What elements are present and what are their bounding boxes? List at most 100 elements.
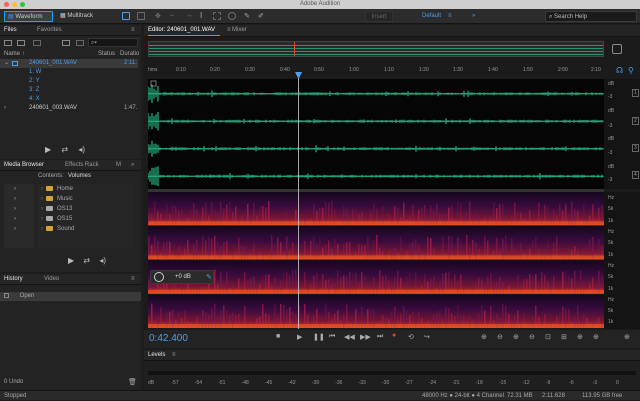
loop-button[interactable]: ⟲ bbox=[408, 333, 414, 341]
tab-favorites[interactable]: Favorites bbox=[37, 27, 62, 33]
channel-map-icon[interactable]: ⚲ bbox=[628, 66, 634, 75]
insert-into-multitrack-icon[interactable] bbox=[76, 40, 84, 46]
zoom-out-full-icon[interactable]: ⊡ bbox=[545, 333, 551, 341]
volume-icon[interactable]: ◂) bbox=[78, 145, 85, 154]
volume-icon[interactable]: ◂) bbox=[99, 256, 106, 265]
stop-button[interactable]: ■ bbox=[276, 333, 280, 340]
spectral-pitch-icon[interactable] bbox=[137, 12, 145, 20]
channel-row[interactable]: 4: X bbox=[0, 95, 138, 104]
time-ruler[interactable]: hms 0:10 0:20 0:30 0:40 0:50 1:00 1:10 1… bbox=[146, 66, 604, 77]
channel-1-toggle[interactable]: 1 bbox=[632, 89, 639, 97]
media-item-music[interactable]: › Music bbox=[38, 194, 134, 204]
spot-healing-icon[interactable]: ✐ bbox=[258, 12, 266, 20]
zoom-in-time-icon[interactable]: ⊕ bbox=[513, 333, 519, 341]
go-to-end-button[interactable]: ⏭ bbox=[377, 333, 383, 341]
channel-row[interactable]: 2: Y bbox=[0, 77, 138, 86]
marquee-tool-icon[interactable] bbox=[213, 12, 221, 20]
media-item-os15[interactable]: › OS15 bbox=[38, 214, 134, 224]
panel-menu-icon[interactable]: ≡ bbox=[172, 352, 176, 358]
fast-forward-button[interactable]: ▶▶ bbox=[360, 333, 371, 341]
new-file-icon[interactable] bbox=[4, 40, 12, 46]
rewind-button[interactable]: ◀◀ bbox=[344, 333, 355, 341]
zoom-full-icon[interactable] bbox=[612, 44, 622, 54]
zoom-out-amplitude-icon[interactable]: ⊖ bbox=[497, 333, 503, 341]
headphone-icon[interactable]: ☊ bbox=[616, 66, 623, 75]
loop-preview-icon[interactable]: ⇄ bbox=[61, 145, 68, 154]
play-button[interactable]: ▶ bbox=[297, 333, 302, 341]
contents-dropdown[interactable]: Volumes bbox=[68, 173, 91, 179]
delete-history-icon[interactable]: 🗑 bbox=[128, 378, 137, 386]
workspace-more-icon[interactable]: » bbox=[472, 11, 475, 22]
files-filter-field[interactable]: ⌕▾ bbox=[88, 38, 138, 47]
brush-tool-icon[interactable]: ✎ bbox=[244, 12, 252, 20]
expand-chevron-icon[interactable]: › bbox=[14, 214, 34, 224]
media-item-os13[interactable]: › OS13 bbox=[38, 204, 134, 214]
razor-tool-icon[interactable]: ⎯ bbox=[170, 12, 178, 20]
spectral-display[interactable] bbox=[148, 192, 604, 329]
playhead-line[interactable] bbox=[298, 72, 300, 329]
expand-chevron-icon[interactable]: › bbox=[14, 184, 34, 194]
import-icon[interactable] bbox=[33, 40, 41, 46]
insert-button[interactable]: Insert bbox=[365, 11, 393, 22]
tab-files[interactable]: Files bbox=[4, 27, 17, 33]
play-preview-icon[interactable]: ▶ bbox=[45, 145, 51, 154]
hud-pin-icon[interactable]: ✎ bbox=[206, 273, 212, 281]
slip-tool-icon[interactable]: ↔ bbox=[186, 12, 194, 20]
expand-chevron-icon[interactable]: › bbox=[14, 194, 34, 204]
panel-menu-icon[interactable]: ≡ bbox=[131, 27, 135, 33]
overview-navigator[interactable] bbox=[148, 41, 604, 57]
zoom-out-time-icon[interactable]: ⊖ bbox=[529, 333, 535, 341]
tab-video[interactable]: Video bbox=[44, 276, 59, 282]
expand-chevron-icon[interactable]: › bbox=[14, 224, 34, 234]
expand-chevron-icon[interactable]: › bbox=[4, 104, 6, 113]
file-row-selected[interactable]: ⌄ 240601_001.WAV 2:11. bbox=[0, 59, 138, 68]
media-item-sound[interactable]: › Sound bbox=[38, 224, 134, 234]
waveform-view-button[interactable]: ▤ Waveform bbox=[4, 11, 53, 22]
delete-icon[interactable] bbox=[62, 40, 70, 46]
search-help-field[interactable]: ⌕ Search Help bbox=[545, 11, 637, 22]
workspace-selector[interactable]: Default bbox=[422, 11, 441, 22]
panel-menu-icon[interactable]: ≡ bbox=[131, 276, 135, 282]
play-preview-icon[interactable]: ▶ bbox=[68, 256, 74, 265]
pause-button[interactable]: ❚❚ bbox=[313, 333, 325, 341]
zoom-selection-icon[interactable]: ⊞ bbox=[561, 333, 567, 341]
lasso-tool-icon[interactable] bbox=[228, 12, 236, 20]
channel-2-toggle[interactable]: 2 bbox=[632, 117, 639, 125]
zoom-in-amplitude-icon[interactable]: ⊕ bbox=[481, 333, 487, 341]
zoom-in-point-icon[interactable]: ⊕ bbox=[577, 333, 583, 341]
history-item[interactable]: Open bbox=[0, 292, 141, 301]
tab-mixer[interactable]: Mixer bbox=[232, 27, 247, 33]
channel-3-toggle[interactable]: 3 bbox=[632, 144, 639, 152]
spectral-frequency-icon[interactable] bbox=[122, 12, 130, 20]
tab-media-browser[interactable]: Media Browser bbox=[4, 162, 44, 168]
channel-4-toggle[interactable]: 4 bbox=[632, 171, 639, 179]
record-button[interactable]: ● bbox=[392, 332, 396, 339]
channel-row[interactable]: 3: Z bbox=[0, 86, 138, 95]
panel-menu-icon[interactable]: » bbox=[131, 162, 134, 168]
tab-editor[interactable]: Editor: 240601_001.WAV bbox=[148, 27, 215, 33]
file-row[interactable]: › 240601_003.WAV 1:47. bbox=[0, 104, 138, 113]
open-file-icon[interactable] bbox=[17, 40, 25, 46]
volume-knob-icon[interactable] bbox=[154, 272, 164, 282]
tab-markers[interactable]: M bbox=[116, 162, 121, 168]
hud-volume[interactable]: +0 dB ✎ bbox=[150, 270, 214, 284]
zoom-more-icon[interactable]: ⊕ bbox=[624, 333, 630, 341]
tab-history[interactable]: History bbox=[4, 276, 23, 282]
skip-selection-button[interactable]: ↪ bbox=[424, 333, 430, 341]
expand-chevron-icon[interactable]: › bbox=[14, 204, 34, 214]
collapse-chevron-icon[interactable]: ⌄ bbox=[4, 59, 9, 68]
go-to-start-button[interactable]: ⏮ bbox=[329, 333, 335, 341]
move-tool-icon[interactable]: ✥ bbox=[155, 12, 163, 20]
zoom-window-button[interactable] bbox=[20, 2, 25, 7]
close-window-button[interactable] bbox=[4, 2, 9, 7]
tab-effects-rack[interactable]: Effects Rack bbox=[65, 162, 99, 168]
zoom-out-point-icon[interactable]: ⊕ bbox=[593, 333, 599, 341]
minimize-window-button[interactable] bbox=[12, 2, 17, 7]
editor-menu-icon[interactable]: ≡ bbox=[227, 27, 231, 33]
workspace-menu-icon[interactable]: ≡ bbox=[448, 11, 452, 22]
media-item-home[interactable]: › Home bbox=[38, 184, 134, 194]
loop-preview-icon[interactable]: ⇄ bbox=[83, 256, 90, 265]
waveform-display[interactable] bbox=[148, 79, 604, 189]
multitrack-view-button[interactable]: ▦ Multitrack bbox=[58, 11, 93, 22]
channel-row[interactable]: 1: W bbox=[0, 68, 138, 77]
